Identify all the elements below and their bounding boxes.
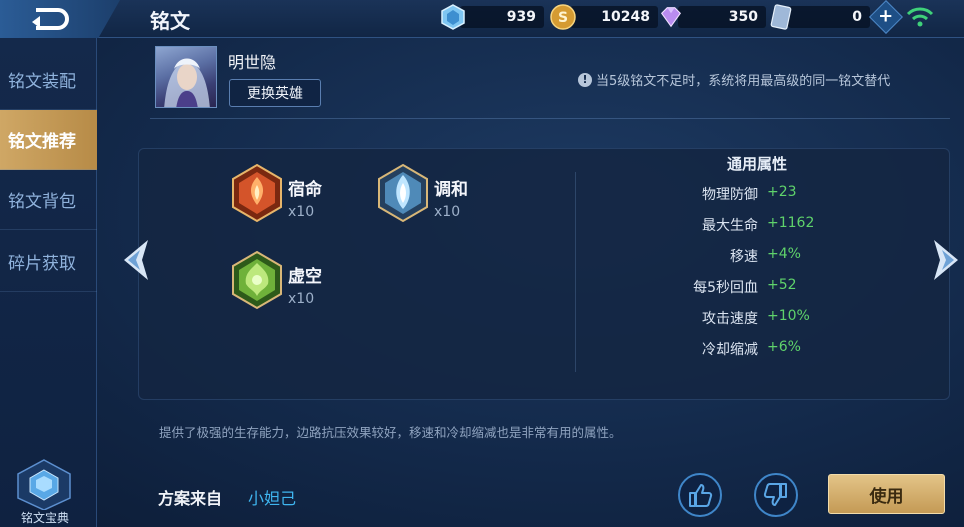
- book-icon: [17, 459, 71, 511]
- back-arrow-icon: [32, 8, 69, 30]
- source-author-link[interactable]: 小妲己: [248, 485, 296, 509]
- attributes-title: 通用属性: [727, 155, 788, 173]
- sidebar-item-fragment-obtain[interactable]: 碎片获取: [0, 232, 97, 292]
- ticket-count: 0: [788, 6, 870, 28]
- top-bar: 铭文 939 S 10248 350 0 +: [0, 0, 964, 38]
- rune-codex-label: 铭文宝典: [20, 511, 69, 525]
- dislike-button[interactable]: [754, 473, 798, 517]
- attribute-row: 攻击速度 +10%: [600, 308, 920, 330]
- swap-hero-button[interactable]: 更换英雄: [229, 79, 321, 107]
- attribute-value: +1162: [767, 215, 815, 231]
- attribute-name: 冷却缩减: [702, 342, 758, 358]
- blue-rune-icon: [378, 163, 428, 223]
- red-rune-icon: [232, 163, 282, 223]
- purple-gem-icon: [658, 4, 684, 30]
- rune-count: x10: [434, 204, 461, 220]
- rune-item-void[interactable]: 虚空 x10: [230, 250, 322, 310]
- rune-item-harmony[interactable]: 调和 x10: [376, 163, 468, 223]
- notice-text: 当5级铭文不足时，系统将用最高级的同一铭文替代: [596, 74, 891, 89]
- ticket-icon: [768, 4, 794, 30]
- rune-name: 宿命: [288, 180, 322, 200]
- hero-name: 明世隐: [228, 53, 277, 72]
- attribute-value: +4%: [767, 246, 801, 262]
- hero-avatar: [155, 46, 217, 108]
- like-button[interactable]: [678, 473, 722, 517]
- sidebar-item-label: 铭文背包: [8, 192, 76, 212]
- attribute-name: 移速: [730, 249, 758, 265]
- rune-count: x10: [288, 291, 315, 307]
- back-button[interactable]: [0, 0, 120, 38]
- attribute-value: +10%: [767, 308, 810, 324]
- use-button[interactable]: 使用: [828, 474, 945, 514]
- attribute-value: +23: [767, 184, 797, 200]
- ticket-currency: 0 +: [768, 0, 903, 34]
- plan-description: 提供了极强的生存能力，边路抗压效果较好，移速和冷却缩减也是非常有用的属性。: [159, 425, 622, 440]
- sidebar-item-label: 铭文装配: [8, 72, 76, 92]
- source-label: 方案来自: [158, 489, 223, 508]
- gold-count: 10248: [570, 6, 658, 28]
- rune-name: 调和: [434, 180, 468, 200]
- rune-item-fate[interactable]: 宿命 x10: [230, 163, 322, 223]
- rune-count: x10: [288, 204, 315, 220]
- attribute-name: 物理防御: [702, 187, 758, 203]
- plus-icon: +: [878, 6, 894, 28]
- attribute-value: +6%: [767, 339, 801, 355]
- add-ticket-button[interactable]: +: [869, 0, 903, 34]
- attribute-row: 物理防御 +23: [600, 184, 920, 206]
- attribute-value: +52: [767, 277, 797, 293]
- sidebar: 铭文装配 铭文推荐 铭文背包 碎片获取: [0, 38, 97, 527]
- wifi-icon: [906, 6, 934, 32]
- diamond-currency: 939: [440, 2, 544, 32]
- thumbs-up-icon: [689, 484, 713, 507]
- prev-arrow-icon[interactable]: [118, 236, 152, 284]
- sidebar-item-rune-recommend[interactable]: 铭文推荐: [0, 110, 97, 170]
- attribute-row: 移速 +4%: [600, 246, 920, 268]
- diamond-icon: [440, 4, 466, 30]
- attribute-name: 攻击速度: [702, 311, 758, 327]
- attribute-row: 每5秒回血 +52: [600, 277, 920, 299]
- next-arrow-icon[interactable]: [930, 236, 964, 284]
- gold-currency: S 10248: [550, 2, 658, 32]
- sidebar-item-label: 碎片获取: [8, 254, 76, 274]
- gem-currency: 350: [658, 2, 766, 32]
- replacement-notice: ! 当5级铭文不足时，系统将用最高级的同一铭文替代: [578, 70, 890, 89]
- gold-coin-icon: S: [550, 4, 576, 30]
- attribute-row: 最大生命 +1162: [600, 215, 920, 237]
- attribute-name: 每5秒回血: [693, 280, 758, 296]
- rune-name: 虚空: [288, 267, 322, 287]
- gem-count: 350: [678, 6, 766, 28]
- attribute-name: 最大生命: [702, 218, 758, 234]
- header-divider: [150, 118, 950, 119]
- sidebar-item-rune-bag[interactable]: 铭文背包: [0, 170, 97, 230]
- svg-text:S: S: [558, 10, 568, 26]
- green-rune-icon: [232, 250, 282, 310]
- info-icon: !: [578, 72, 592, 87]
- diamond-count: 939: [460, 6, 544, 28]
- sidebar-item-label: 铭文推荐: [8, 132, 76, 152]
- sidebar-item-rune-equip[interactable]: 铭文装配: [0, 50, 97, 110]
- panel-divider: [575, 172, 576, 372]
- thumbs-down-icon: [763, 483, 787, 506]
- page-title: 铭文: [150, 9, 190, 33]
- attribute-row: 冷却缩减 +6%: [600, 339, 920, 361]
